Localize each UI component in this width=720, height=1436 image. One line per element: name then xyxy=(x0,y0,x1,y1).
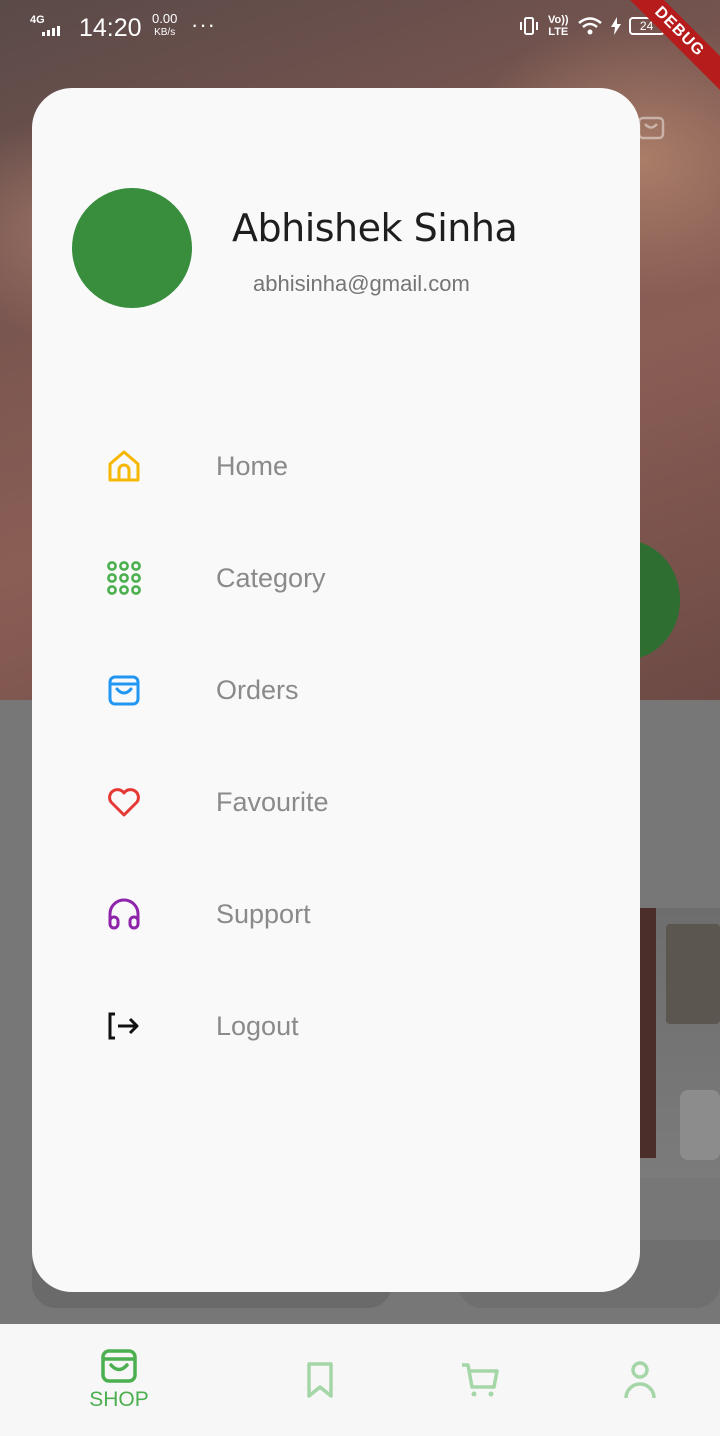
menu-item-support[interactable]: Support xyxy=(32,874,640,954)
network-type: 4G xyxy=(30,14,45,26)
bookmark-icon xyxy=(307,1362,333,1398)
vibrate-icon xyxy=(520,17,538,35)
charging-icon xyxy=(610,17,621,35)
menu-label-logout: Logout xyxy=(216,1010,299,1041)
grid-dots-icon xyxy=(107,561,141,595)
cart-icon xyxy=(462,1363,499,1397)
logout-icon xyxy=(108,1012,139,1040)
nav-tab-shop[interactable]: SHOP xyxy=(86,1324,152,1436)
nav-tab-bookmarks[interactable] xyxy=(300,1324,340,1436)
menu-label-orders: Orders xyxy=(216,674,299,705)
product-clothes-image xyxy=(666,924,720,1024)
menu-item-orders[interactable]: Orders xyxy=(32,650,640,730)
nav-tab-cart[interactable] xyxy=(458,1324,502,1436)
speed-unit: KB/s xyxy=(154,27,176,38)
product-shirt-image xyxy=(680,1090,720,1160)
home-icon xyxy=(108,450,140,482)
menu-label-favourite: Favourite xyxy=(216,786,329,817)
menu-item-category[interactable]: Category xyxy=(32,538,640,618)
menu-label-home: Home xyxy=(216,450,289,481)
signal-bars-icon xyxy=(42,26,60,36)
menu-label-category: Category xyxy=(216,562,326,593)
nav-tab-profile[interactable] xyxy=(620,1324,660,1436)
more-notifications-icon: ··· xyxy=(191,12,216,37)
status-bar: 4G 14:20 0.00 KB/s ··· Vo)) LTE 24 DEBUG xyxy=(0,0,720,94)
avatar[interactable] xyxy=(72,188,192,308)
volte-bottom: LTE xyxy=(548,26,569,38)
volte-indicator: Vo)) LTE xyxy=(548,14,569,38)
shopping-bag-icon xyxy=(101,1349,137,1383)
menu-item-favourite[interactable]: Favourite xyxy=(32,762,640,842)
navigation-drawer: Abhishek Sinha abhisinha@gmail.com Home … xyxy=(32,88,640,1292)
network-speed: 0.00 KB/s xyxy=(152,12,177,40)
product-belt-image xyxy=(640,908,656,1158)
shopping-bag-icon xyxy=(108,675,140,706)
heart-icon xyxy=(108,788,140,817)
clock: 14:20 xyxy=(79,14,142,42)
menu-item-logout[interactable]: Logout xyxy=(32,986,640,1066)
volte-top: Vo)) xyxy=(548,14,569,26)
nav-label-shop: SHOP xyxy=(89,1388,149,1411)
wifi-icon xyxy=(577,17,602,35)
menu-item-home[interactable]: Home xyxy=(32,426,640,506)
menu-label-support: Support xyxy=(216,898,311,929)
profile-icon xyxy=(624,1361,656,1399)
shopping-bag-icon xyxy=(637,116,665,140)
speed-value: 0.00 xyxy=(152,11,178,26)
user-email: abhisinha@gmail.com xyxy=(253,271,470,296)
user-name: Abhishek Sinha xyxy=(232,206,518,250)
bottom-navigation-bar: SHOP xyxy=(0,1324,720,1436)
headphones-icon xyxy=(108,898,140,930)
